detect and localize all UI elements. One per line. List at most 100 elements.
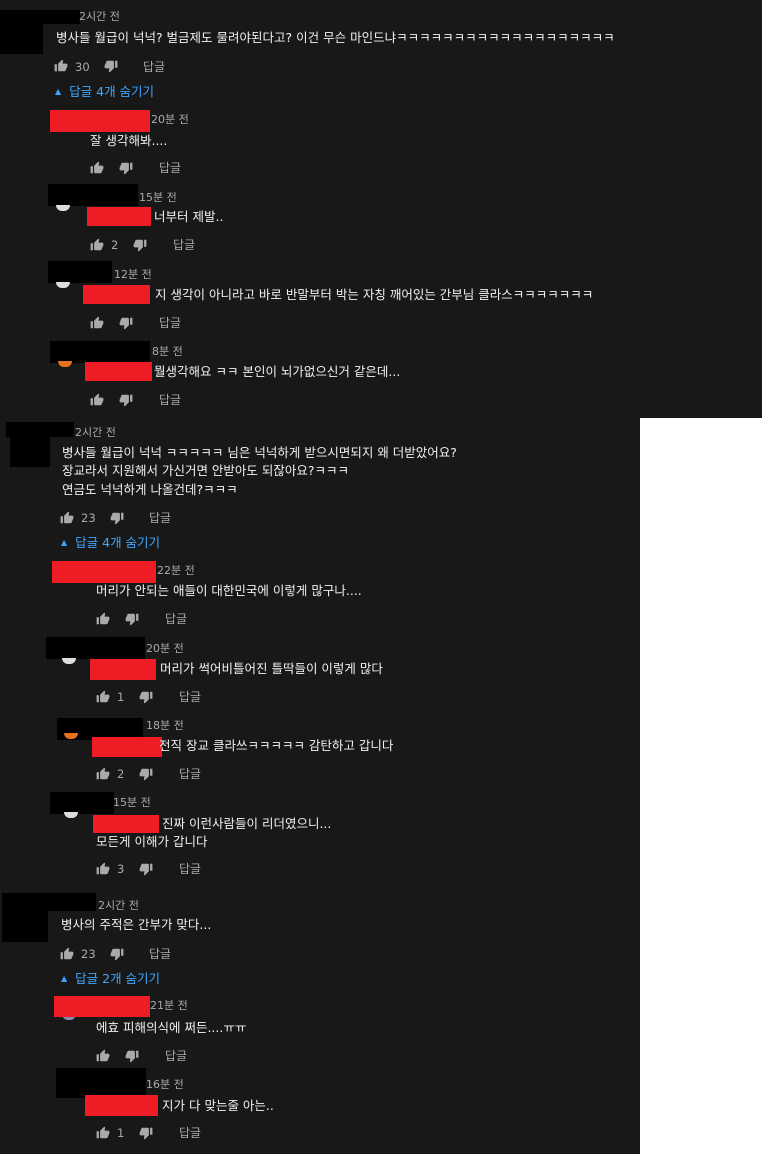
like-count: 23 bbox=[81, 511, 96, 525]
reply-text: 에효 피해의식에 쩌든....ㅠㅠ bbox=[96, 1020, 247, 1035]
reply-button[interactable]: 답글 bbox=[165, 1048, 187, 1064]
reply-timestamp[interactable]: 20분 전 bbox=[151, 112, 189, 128]
reply-timestamp[interactable]: 18분 전 bbox=[146, 718, 184, 734]
reply-button[interactable]: 답글 bbox=[143, 59, 165, 75]
thumbs-down-icon[interactable] bbox=[133, 238, 147, 252]
thumbs-up-icon[interactable] bbox=[96, 1049, 110, 1063]
thumbs-down-icon[interactable] bbox=[139, 767, 153, 781]
reply-text: 머리가 썩어비틀어진 틀딱들이 이렇게 많다 bbox=[160, 661, 383, 676]
comment-text: 연금도 넉넉하게 나올건데?ㅋㅋㅋ bbox=[62, 482, 238, 497]
reply-text: 진짜 이런사람들이 리더였으니... bbox=[162, 816, 332, 831]
caret-up-icon: ▲ bbox=[55, 87, 62, 96]
thumbs-down-icon[interactable] bbox=[139, 690, 153, 704]
comment-timestamp[interactable]: 2시간 전 bbox=[98, 898, 139, 914]
redacted-mention bbox=[93, 815, 159, 833]
avatar bbox=[56, 282, 70, 288]
avatar bbox=[64, 812, 78, 818]
thumbs-down-icon[interactable] bbox=[119, 161, 133, 175]
avatar bbox=[56, 205, 70, 211]
caret-up-icon: ▲ bbox=[61, 538, 68, 547]
thumbs-down-icon[interactable] bbox=[110, 511, 124, 525]
reply-button[interactable]: 답글 bbox=[179, 766, 201, 782]
redacted-username bbox=[48, 261, 112, 283]
like-count: 30 bbox=[75, 60, 90, 74]
comment-timestamp[interactable]: 2시간 전 bbox=[75, 425, 116, 441]
hide-replies-toggle[interactable]: ▲ 답글 2개 숨기기 bbox=[61, 971, 160, 987]
redacted-mention bbox=[85, 1095, 158, 1116]
reply-text: 머리가 안되는 애들이 대한민국에 이렇게 많구나.... bbox=[96, 583, 362, 598]
reply-button[interactable]: 답글 bbox=[179, 689, 201, 705]
redacted-username bbox=[50, 341, 150, 363]
redacted-username bbox=[50, 792, 114, 814]
thumbs-up-icon[interactable] bbox=[90, 316, 104, 330]
reply-text: 뭘생각해요 ㅋㅋ 본인이 뇌가없으신거 같은데... bbox=[154, 364, 401, 379]
reply-text: 너부터 제발.. bbox=[154, 209, 224, 224]
reply-button[interactable]: 답글 bbox=[159, 160, 181, 176]
thumbs-down-icon[interactable] bbox=[119, 393, 133, 407]
thumbs-down-icon[interactable] bbox=[125, 1049, 139, 1063]
reply-timestamp[interactable]: 15분 전 bbox=[113, 795, 151, 811]
reply-timestamp[interactable]: 21분 전 bbox=[150, 998, 188, 1014]
toggle-label: 답글 2개 숨기기 bbox=[75, 971, 161, 986]
redacted-avatar bbox=[10, 437, 50, 467]
reply-timestamp[interactable]: 16분 전 bbox=[146, 1077, 184, 1093]
hide-replies-toggle[interactable]: ▲ 답글 4개 숨기기 bbox=[55, 84, 154, 100]
thumbs-down-icon[interactable] bbox=[119, 316, 133, 330]
reply-text: 모든게 이해가 갑니다 bbox=[96, 834, 208, 849]
redacted-mention bbox=[87, 207, 151, 226]
reply-timestamp[interactable]: 20분 전 bbox=[146, 641, 184, 657]
redacted-avatar bbox=[2, 908, 48, 942]
reply-timestamp[interactable]: 15분 전 bbox=[139, 190, 177, 206]
thumbs-up-icon[interactable] bbox=[54, 59, 68, 73]
redacted-username bbox=[46, 637, 145, 659]
thumbs-up-icon[interactable] bbox=[60, 511, 74, 525]
thumbs-up-icon[interactable] bbox=[96, 1126, 110, 1140]
reply-button[interactable]: 답글 bbox=[149, 946, 171, 962]
reply-button[interactable]: 답글 bbox=[159, 392, 181, 408]
thumbs-up-icon[interactable] bbox=[90, 238, 104, 252]
avatar bbox=[58, 361, 72, 367]
toggle-label: 답글 4개 숨기기 bbox=[75, 535, 161, 550]
redacted-username bbox=[6, 422, 74, 437]
thumbs-up-icon[interactable] bbox=[96, 862, 110, 876]
thumbs-down-icon[interactable] bbox=[104, 59, 118, 73]
background-corner bbox=[640, 418, 762, 1154]
comment-timestamp[interactable]: 2시간 전 bbox=[79, 9, 120, 25]
caret-up-icon: ▲ bbox=[61, 974, 68, 983]
hide-replies-toggle[interactable]: ▲ 답글 4개 숨기기 bbox=[61, 535, 160, 551]
reply-text: 지가 다 맞는줄 아는.. bbox=[162, 1098, 274, 1113]
comment-text: 병사의 주적은 간부가 맞다... bbox=[61, 917, 212, 932]
thumbs-up-icon[interactable] bbox=[90, 393, 104, 407]
reply-timestamp[interactable]: 12분 전 bbox=[114, 267, 152, 283]
thumbs-down-icon[interactable] bbox=[139, 862, 153, 876]
comment-text: 병사들 월급이 넉넉 ㅋㅋㅋㅋㅋ 님은 넉넉하게 받으시면되지 왜 더받았어요? bbox=[62, 445, 457, 460]
like-count: 2 bbox=[117, 767, 125, 781]
thumbs-up-icon[interactable] bbox=[60, 947, 74, 961]
redacted-mention bbox=[92, 737, 162, 757]
reply-timestamp[interactable]: 8분 전 bbox=[152, 344, 183, 360]
reply-button[interactable]: 답글 bbox=[179, 1125, 201, 1141]
redacted-username bbox=[50, 110, 150, 132]
redacted-username bbox=[48, 184, 138, 206]
reply-text: 잘 생각해봐.... bbox=[90, 133, 168, 148]
thumbs-down-icon[interactable] bbox=[110, 947, 124, 961]
thumbs-up-icon[interactable] bbox=[96, 767, 110, 781]
like-count: 2 bbox=[111, 238, 119, 252]
thumbs-down-icon[interactable] bbox=[125, 612, 139, 626]
redacted-mention bbox=[90, 659, 156, 680]
redacted-username bbox=[52, 561, 156, 583]
reply-button[interactable]: 답글 bbox=[149, 510, 171, 526]
thumbs-up-icon[interactable] bbox=[96, 690, 110, 704]
reply-timestamp[interactable]: 22분 전 bbox=[157, 563, 195, 579]
thumbs-up-icon[interactable] bbox=[96, 612, 110, 626]
toggle-label: 답글 4개 숨기기 bbox=[69, 84, 155, 99]
reply-button[interactable]: 답글 bbox=[165, 611, 187, 627]
thumbs-up-icon[interactable] bbox=[90, 161, 104, 175]
reply-button[interactable]: 답글 bbox=[173, 237, 195, 253]
avatar bbox=[62, 658, 76, 664]
reply-button[interactable]: 답글 bbox=[159, 315, 181, 331]
reply-button[interactable]: 답글 bbox=[179, 861, 201, 877]
redacted-username bbox=[54, 996, 150, 1017]
thumbs-down-icon[interactable] bbox=[139, 1126, 153, 1140]
like-count: 1 bbox=[117, 1126, 125, 1140]
